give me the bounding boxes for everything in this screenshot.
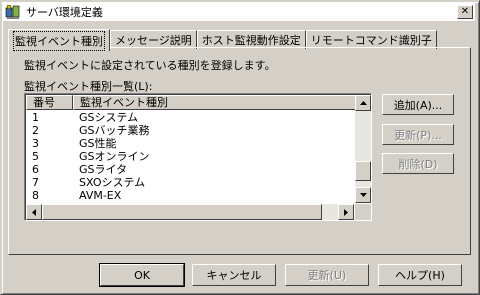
column-header-number[interactable]: 番号 <box>26 95 73 110</box>
add-button[interactable]: 追加(A)... <box>382 94 454 115</box>
arrow-up-icon <box>359 101 367 105</box>
horizontal-scrollbar[interactable] <box>26 204 354 220</box>
list-row[interactable]: 3 GS性能 <box>26 137 354 150</box>
list-row[interactable]: 6 GSライタ <box>26 163 354 176</box>
list-row[interactable]: 2 GSバッチ業務 <box>26 124 354 137</box>
vertical-scroll-thumb[interactable] <box>355 161 371 181</box>
ok-button[interactable]: OK <box>99 263 185 287</box>
apply-button[interactable]: 更新(U) <box>285 264 369 286</box>
arrow-down-icon <box>359 193 367 197</box>
list-rows: 1 GSシステム 2 GSバッチ業務 3 GS性能 5 GSオンライン 6 GSライタ 7… <box>26 111 354 202</box>
list-row[interactable]: 8 AVM-EX <box>26 189 354 202</box>
horizontal-scroll-thumb[interactable] <box>42 204 322 220</box>
vertical-scrollbar[interactable] <box>355 95 371 203</box>
list-row[interactable]: 7 SXOシステム <box>26 176 354 189</box>
scroll-up-button[interactable] <box>355 95 371 111</box>
scroll-corner <box>355 204 371 220</box>
scroll-down-button[interactable] <box>355 187 371 203</box>
column-header-event-type[interactable]: 監視イベント種別 <box>73 95 356 110</box>
arrow-left-icon <box>32 208 36 216</box>
delete-button[interactable]: 削除(D) <box>382 153 454 174</box>
close-icon: ✕ <box>460 6 470 17</box>
update-button[interactable]: 更新(P)... <box>382 124 454 145</box>
list-row[interactable]: 5 GSオンライン <box>26 150 354 163</box>
tab-monitor-event-types[interactable]: 監視イベント種別 <box>8 29 110 51</box>
close-button[interactable]: ✕ <box>457 5 473 19</box>
cancel-button[interactable]: キャンセル <box>192 264 276 286</box>
list-row[interactable]: 1 GSシステム <box>26 111 354 124</box>
scroll-left-button[interactable] <box>26 204 42 220</box>
event-type-list[interactable]: 番号 監視イベント種別 1 GSシステム 2 GSバッチ業務 3 GS性能 5 GSオン… <box>24 93 372 221</box>
arrow-right-icon <box>344 208 348 216</box>
list-header: 番号 監視イベント種別 <box>26 95 356 110</box>
window-title: サーバ環境定義 <box>26 6 103 19</box>
title-bar: サーバ環境定義 ✕ <box>3 3 475 21</box>
help-button[interactable]: ヘルプ(H) <box>378 264 462 286</box>
tab-strip: 監視イベント種別 メッセージ説明 ホスト監視動作設定 リモートコマンド識別子 <box>8 27 437 51</box>
scroll-right-button[interactable] <box>338 204 354 220</box>
panel-description: 監視イベントに設定されている種別を登録します。 <box>24 59 276 72</box>
app-icon <box>5 4 21 20</box>
list-label: 監視イベント種別一覧(L): <box>24 80 153 93</box>
